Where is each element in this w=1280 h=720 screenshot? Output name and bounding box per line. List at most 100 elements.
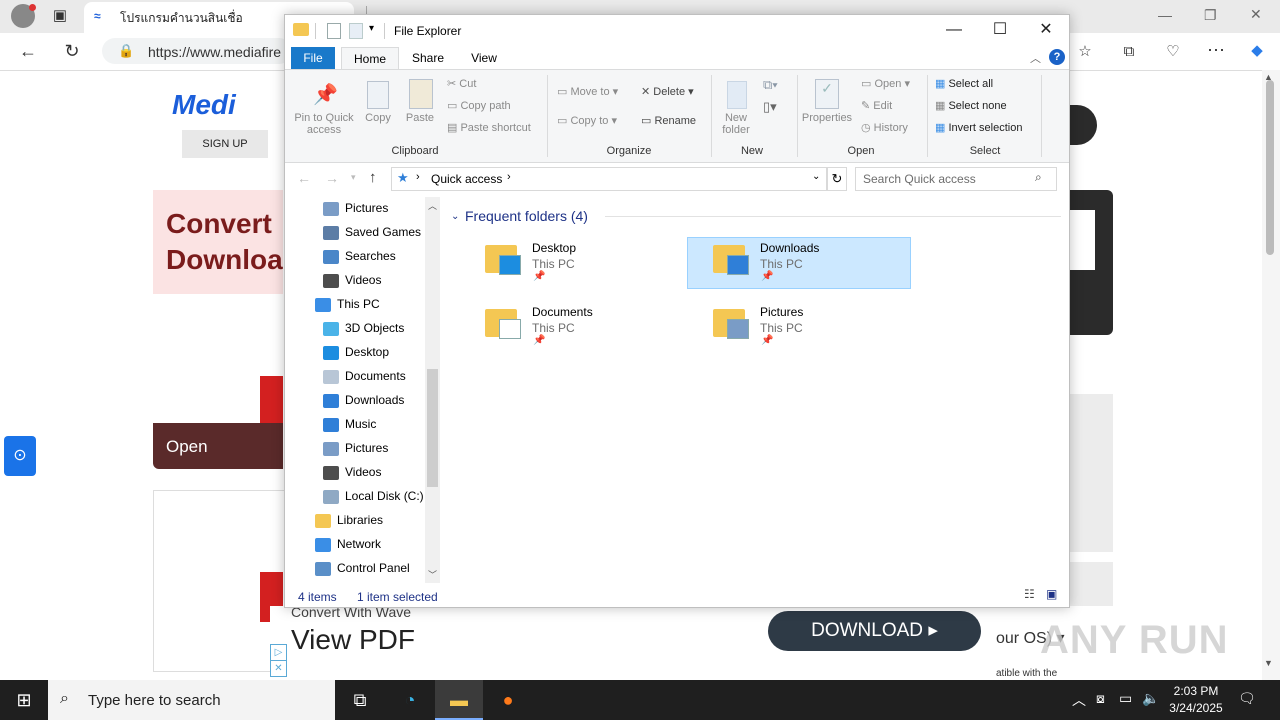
browser-scroll-thumb[interactable]	[1266, 80, 1274, 255]
new-item-icon[interactable]: ⧉▾	[763, 77, 778, 93]
edit-button[interactable]: ✎ Edit	[861, 99, 892, 112]
nav-item[interactable]: Desktop	[323, 340, 389, 364]
adchoices-icon[interactable]: ▷	[270, 644, 287, 661]
tab-view[interactable]: View	[463, 47, 505, 69]
task-view-icon[interactable]: ⧉	[336, 680, 384, 720]
tray-chevron-icon[interactable]: ︿	[1072, 690, 1086, 710]
select-all-button[interactable]: ▦ Select all	[935, 77, 993, 90]
help-icon[interactable]: ?	[1049, 49, 1065, 65]
refresh-address-icon[interactable]: ↻	[827, 167, 847, 191]
back-arrow-icon[interactable]: ←	[297, 170, 311, 186]
network-tray-icon[interactable]: ▭	[1119, 690, 1132, 707]
sidebar-tool-icon[interactable]: ⊙	[4, 436, 36, 476]
collections-icon[interactable]: ⧉	[1118, 42, 1140, 62]
tab-home[interactable]: Home	[341, 47, 399, 70]
download-button[interactable]: DOWNLOAD ▸	[768, 611, 981, 651]
tray-device-icon[interactable]: ⧇	[1096, 690, 1105, 707]
nav-item[interactable]: Documents	[323, 364, 406, 388]
nav-item[interactable]: Pictures	[323, 436, 388, 460]
signup-button[interactable]: SIGN UP	[182, 130, 268, 158]
copy-button[interactable]: Copy	[359, 112, 397, 124]
copy-to-button[interactable]: ▭ Copy to ▾	[557, 114, 617, 127]
tab-share[interactable]: Share	[407, 47, 449, 69]
paste-button[interactable]: Paste	[401, 112, 439, 124]
select-none-button[interactable]: ▦ Select none	[935, 99, 1007, 112]
favorites-star-icon[interactable]: ☆	[1074, 42, 1096, 62]
browser-minimize-icon[interactable]: —	[1158, 7, 1172, 23]
search-icon[interactable]: ⌕	[1035, 170, 1042, 185]
address-dropdown-icon[interactable]: ⌄	[812, 171, 820, 182]
ad-close-icon[interactable]: ✕	[270, 660, 287, 677]
qat-dropdown-icon[interactable]: ▾	[369, 23, 374, 34]
mediafire-logo[interactable]: Medi	[172, 89, 236, 121]
history-button[interactable]: ◷ History	[861, 121, 908, 134]
nav-item[interactable]: Videos	[323, 268, 381, 292]
nav-item[interactable]: Control Panel	[315, 556, 410, 580]
start-windows-icon[interactable]: ⊞	[0, 680, 48, 720]
nav-item[interactable]: Local Disk (C:)	[323, 484, 424, 508]
move-to-button[interactable]: ▭ Move to ▾	[557, 85, 618, 98]
invert-selection-button[interactable]: ▦ Invert selection	[935, 121, 1022, 134]
explorer-close-icon[interactable]: ✕	[1023, 15, 1069, 45]
refresh-icon[interactable]: ↻	[61, 41, 83, 61]
copy-path-button[interactable]: ▭ Copy path	[447, 99, 511, 112]
scroll-down-icon[interactable]: ▼	[1264, 658, 1273, 668]
qat-properties-icon[interactable]	[327, 23, 341, 39]
delete-button[interactable]: ✕ Delete ▾	[641, 85, 694, 98]
firefox-icon[interactable]: ●	[484, 680, 532, 720]
open-button[interactable]: ▭ Open ▾	[861, 77, 910, 90]
nav-item[interactable]: Saved Games	[323, 220, 421, 244]
address-text[interactable]: Quick access	[431, 172, 502, 186]
url-text[interactable]: https://www.mediafire	[148, 44, 281, 60]
file-explorer-taskbar-icon[interactable]: ▬	[435, 680, 483, 720]
nav-item[interactable]: Downloads	[323, 388, 404, 412]
properties-button[interactable]: Properties	[799, 112, 855, 124]
group-collapse-icon[interactable]: ⌄	[451, 211, 459, 222]
clock[interactable]: 2:03 PM 3/24/2025	[1160, 683, 1232, 717]
nav-item[interactable]: Libraries	[315, 508, 383, 532]
tab-actions-icon[interactable]: ▣	[49, 6, 71, 26]
paste-shortcut-button[interactable]: ▤ Paste shortcut	[447, 121, 531, 134]
browser-restore-icon[interactable]: ❐	[1204, 7, 1217, 24]
frequent-folders-header[interactable]: Frequent folders (4)	[465, 208, 588, 224]
explorer-minimize-icon[interactable]: —	[931, 15, 977, 45]
nav-item[interactable]: Pictures	[323, 196, 388, 220]
breadcrumb-chevron-icon[interactable]: ›	[416, 171, 420, 183]
back-icon[interactable]: ←	[17, 41, 39, 61]
browser-close-icon[interactable]: ✕	[1250, 6, 1262, 23]
scroll-up-icon[interactable]: ▲	[1264, 72, 1273, 82]
nav-scroll-up-icon[interactable]: ︿	[428, 199, 437, 212]
rename-button[interactable]: ▭ Rename	[641, 114, 696, 127]
lock-icon[interactable]: 🔒	[118, 43, 134, 59]
forward-arrow-icon[interactable]: →	[325, 170, 339, 186]
new-folder-button[interactable]: New folder	[713, 112, 759, 136]
recent-locations-icon[interactable]: ▾	[351, 172, 356, 183]
nav-scroll-down-icon[interactable]: ﹀	[428, 568, 437, 581]
large-icons-view-icon[interactable]: ▣	[1046, 587, 1057, 601]
tab-file[interactable]: File	[291, 47, 335, 69]
nav-item[interactable]: 3D Objects	[323, 316, 404, 340]
up-arrow-icon[interactable]: ↑	[369, 169, 377, 186]
volume-icon[interactable]: 🔈	[1142, 690, 1159, 707]
pin-quick-access-button[interactable]: Pin to Quick access	[289, 112, 359, 136]
explorer-app-icon[interactable]	[293, 23, 309, 36]
explorer-maximize-icon[interactable]: ☐	[977, 15, 1023, 45]
page-dark-button[interactable]	[1069, 105, 1097, 145]
qat-new-folder-icon[interactable]	[349, 23, 363, 39]
more-menu-icon[interactable]: ⋯	[1205, 40, 1227, 60]
nav-item[interactable]: Network	[315, 532, 381, 556]
nav-item[interactable]: Searches	[323, 244, 396, 268]
easy-access-icon[interactable]: ▯▾	[763, 99, 777, 115]
notifications-icon[interactable]: 🗨	[1238, 690, 1256, 707]
nav-scroll-thumb[interactable]	[427, 369, 438, 487]
edge-icon[interactable]: ◔	[386, 680, 434, 720]
breadcrumb-chevron-icon-2[interactable]: ›	[507, 171, 511, 183]
nav-item[interactable]: Music	[323, 412, 376, 436]
cut-button[interactable]: ✂ Cut	[447, 77, 476, 90]
collapse-ribbon-icon[interactable]: ︿	[1030, 50, 1041, 66]
nav-item[interactable]: This PC	[315, 292, 380, 316]
details-view-icon[interactable]: ☷	[1024, 587, 1035, 601]
nav-item[interactable]: Videos	[323, 460, 381, 484]
browser-essentials-icon[interactable]: ♡	[1162, 42, 1184, 62]
copilot-icon[interactable]: ◆	[1246, 41, 1268, 61]
